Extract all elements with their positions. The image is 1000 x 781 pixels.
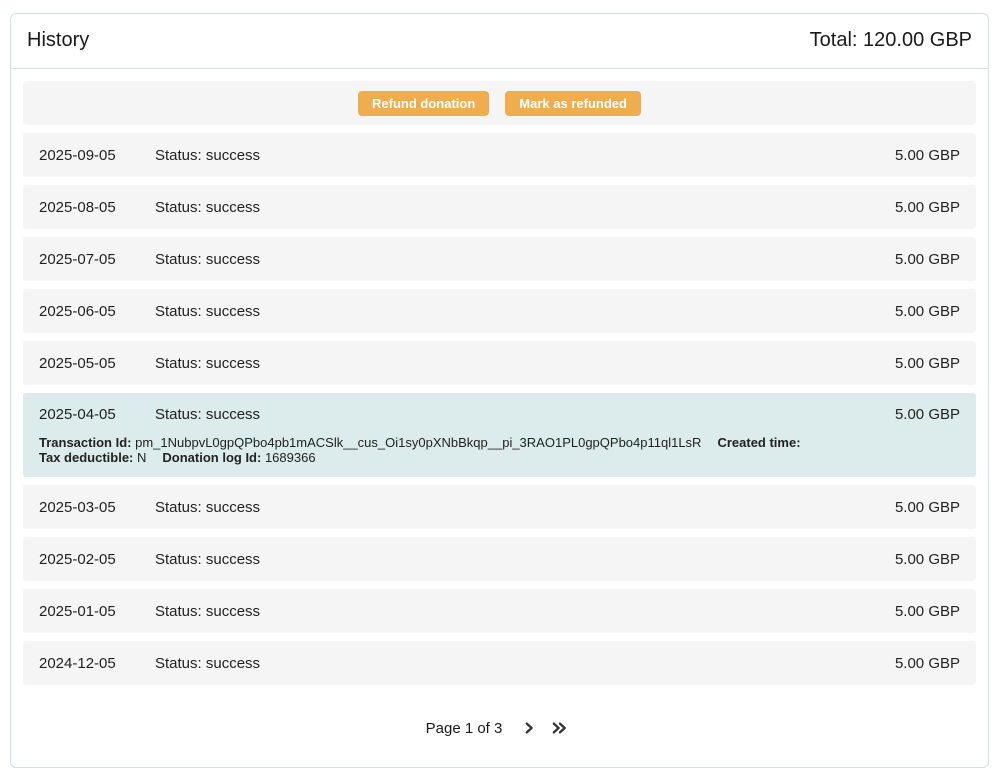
toolbar: Refund donation Mark as refunded	[23, 81, 976, 125]
row-date: 2025-05-05	[39, 355, 155, 372]
history-list: 2025-09-05 Status: success 5.00 GBP 2025…	[23, 133, 976, 685]
history-row[interactable]: 2025-05-05 Status: success 5.00 GBP	[23, 341, 976, 385]
panel-header: History Total: 120.00 GBP	[11, 14, 988, 69]
double-chevron-right-icon	[550, 721, 569, 735]
history-row[interactable]: 2025-08-05 Status: success 5.00 GBP	[23, 185, 976, 229]
history-row[interactable]: 2025-02-05 Status: success 5.00 GBP	[23, 537, 976, 581]
history-row-main: 2024-12-05 Status: success 5.00 GBP	[39, 641, 960, 685]
row-status: Status: success	[155, 251, 895, 268]
row-status: Status: success	[155, 603, 895, 620]
row-date: 2024-12-05	[39, 655, 155, 672]
tax-deductible: Tax deductible: N	[39, 450, 146, 465]
row-date: 2025-01-05	[39, 603, 155, 620]
row-date: 2025-09-05	[39, 147, 155, 164]
row-status: Status: success	[155, 655, 895, 672]
history-row[interactable]: 2025-03-05 Status: success 5.00 GBP	[23, 485, 976, 529]
row-amount: 5.00 GBP	[895, 499, 960, 516]
row-status: Status: success	[155, 551, 895, 568]
row-date: 2025-08-05	[39, 199, 155, 216]
last-page-button[interactable]	[546, 719, 573, 737]
history-row[interactable]: 2025-04-05 Status: success 5.00 GBP Tran…	[23, 393, 976, 477]
refund-donation-button[interactable]: Refund donation	[358, 91, 489, 116]
row-amount: 5.00 GBP	[895, 199, 960, 216]
row-details: Transaction Id: pm_1NubpvL0gpQPbo4pb1mAC…	[39, 435, 960, 477]
history-panel: History Total: 120.00 GBP Refund donatio…	[10, 13, 989, 768]
row-amount: 5.00 GBP	[895, 147, 960, 164]
created-time: Created time:	[717, 435, 800, 450]
row-amount: 5.00 GBP	[895, 406, 960, 423]
row-status: Status: success	[155, 199, 895, 216]
row-status: Status: success	[155, 499, 895, 516]
mark-as-refunded-button[interactable]: Mark as refunded	[505, 91, 641, 116]
history-row[interactable]: 2025-06-05 Status: success 5.00 GBP	[23, 289, 976, 333]
transaction-id: Transaction Id: pm_1NubpvL0gpQPbo4pb1mAC…	[39, 435, 701, 450]
history-row[interactable]: 2025-07-05 Status: success 5.00 GBP	[23, 237, 976, 281]
row-date: 2025-03-05	[39, 499, 155, 516]
chevron-right-icon	[522, 721, 536, 735]
history-row-main: 2025-06-05 Status: success 5.00 GBP	[39, 289, 960, 333]
history-row-main: 2025-05-05 Status: success 5.00 GBP	[39, 341, 960, 385]
detail-line-1: Transaction Id: pm_1NubpvL0gpQPbo4pb1mAC…	[39, 435, 960, 450]
page-title: History	[27, 29, 89, 52]
pagination-label: Page 1 of 3	[426, 720, 503, 737]
page: History Total: 120.00 GBP Refund donatio…	[0, 0, 1000, 781]
history-row-main: 2025-01-05 Status: success 5.00 GBP	[39, 589, 960, 633]
pagination: Page 1 of 3	[23, 693, 976, 747]
row-amount: 5.00 GBP	[895, 603, 960, 620]
row-date: 2025-07-05	[39, 251, 155, 268]
history-row-main: 2025-09-05 Status: success 5.00 GBP	[39, 133, 960, 177]
row-status: Status: success	[155, 303, 895, 320]
history-row-main: 2025-04-05 Status: success 5.00 GBP	[39, 393, 960, 435]
row-date: 2025-02-05	[39, 551, 155, 568]
row-date: 2025-06-05	[39, 303, 155, 320]
row-amount: 5.00 GBP	[895, 303, 960, 320]
row-amount: 5.00 GBP	[895, 251, 960, 268]
history-row-main: 2025-07-05 Status: success 5.00 GBP	[39, 237, 960, 281]
row-amount: 5.00 GBP	[895, 355, 960, 372]
history-row-main: 2025-08-05 Status: success 5.00 GBP	[39, 185, 960, 229]
history-row[interactable]: 2025-01-05 Status: success 5.00 GBP	[23, 589, 976, 633]
history-row-main: 2025-03-05 Status: success 5.00 GBP	[39, 485, 960, 529]
detail-line-2: Tax deductible: N Donation log Id: 168936…	[39, 450, 960, 465]
row-amount: 5.00 GBP	[895, 655, 960, 672]
history-row[interactable]: 2025-09-05 Status: success 5.00 GBP	[23, 133, 976, 177]
donation-log-id: Donation log Id: 1689366	[162, 450, 315, 465]
total-amount: Total: 120.00 GBP	[810, 29, 972, 52]
row-status: Status: success	[155, 406, 895, 423]
history-row-main: 2025-02-05 Status: success 5.00 GBP	[39, 537, 960, 581]
next-page-button[interactable]	[518, 719, 540, 737]
row-amount: 5.00 GBP	[895, 551, 960, 568]
row-status: Status: success	[155, 355, 895, 372]
row-status: Status: success	[155, 147, 895, 164]
panel-body: Refund donation Mark as refunded 2025-09…	[11, 69, 988, 759]
history-row[interactable]: 2024-12-05 Status: success 5.00 GBP	[23, 641, 976, 685]
row-date: 2025-04-05	[39, 406, 155, 423]
